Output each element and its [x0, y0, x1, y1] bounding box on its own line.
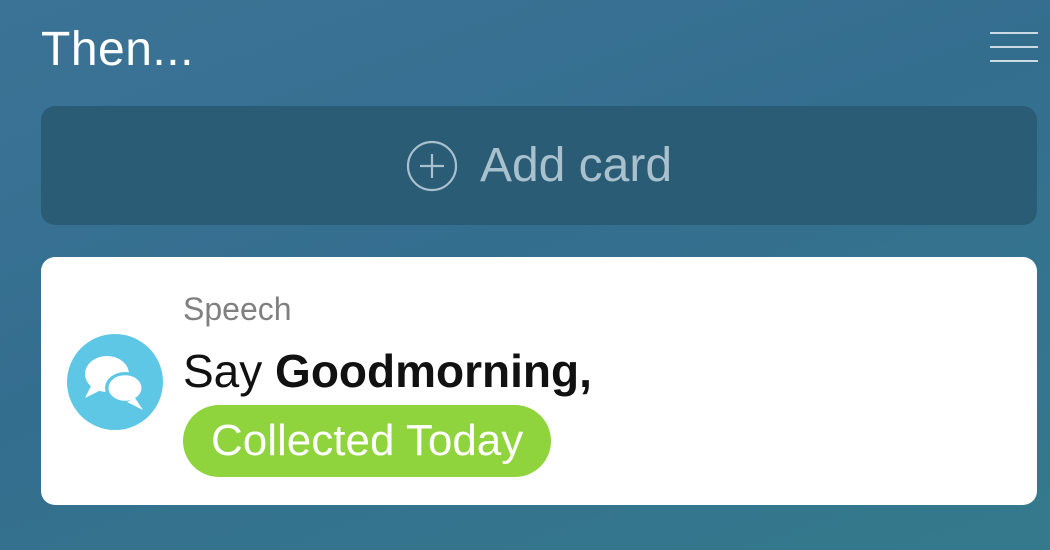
- collected-today-tag[interactable]: Collected Today: [183, 405, 552, 477]
- speech-bubbles-icon: [85, 356, 145, 410]
- say-text: Goodmorning,: [275, 345, 592, 397]
- add-card-button[interactable]: Add card: [41, 106, 1037, 225]
- speech-text: Say Goodmorning,: [183, 345, 592, 397]
- say-word: Say: [183, 345, 263, 397]
- menu-line: [990, 32, 1038, 34]
- plus-circle-icon: [406, 140, 458, 191]
- menu-line: [990, 46, 1038, 48]
- speech-avatar: [67, 334, 163, 430]
- card-type-label: Speech: [183, 291, 292, 327]
- hamburger-menu-icon[interactable]: [990, 32, 1038, 64]
- speech-card[interactable]: Speech Say Goodmorning, Collected Today: [41, 257, 1037, 505]
- add-card-label: Add card: [479, 138, 673, 192]
- page-title: Then...: [41, 23, 194, 76]
- menu-line: [990, 60, 1038, 62]
